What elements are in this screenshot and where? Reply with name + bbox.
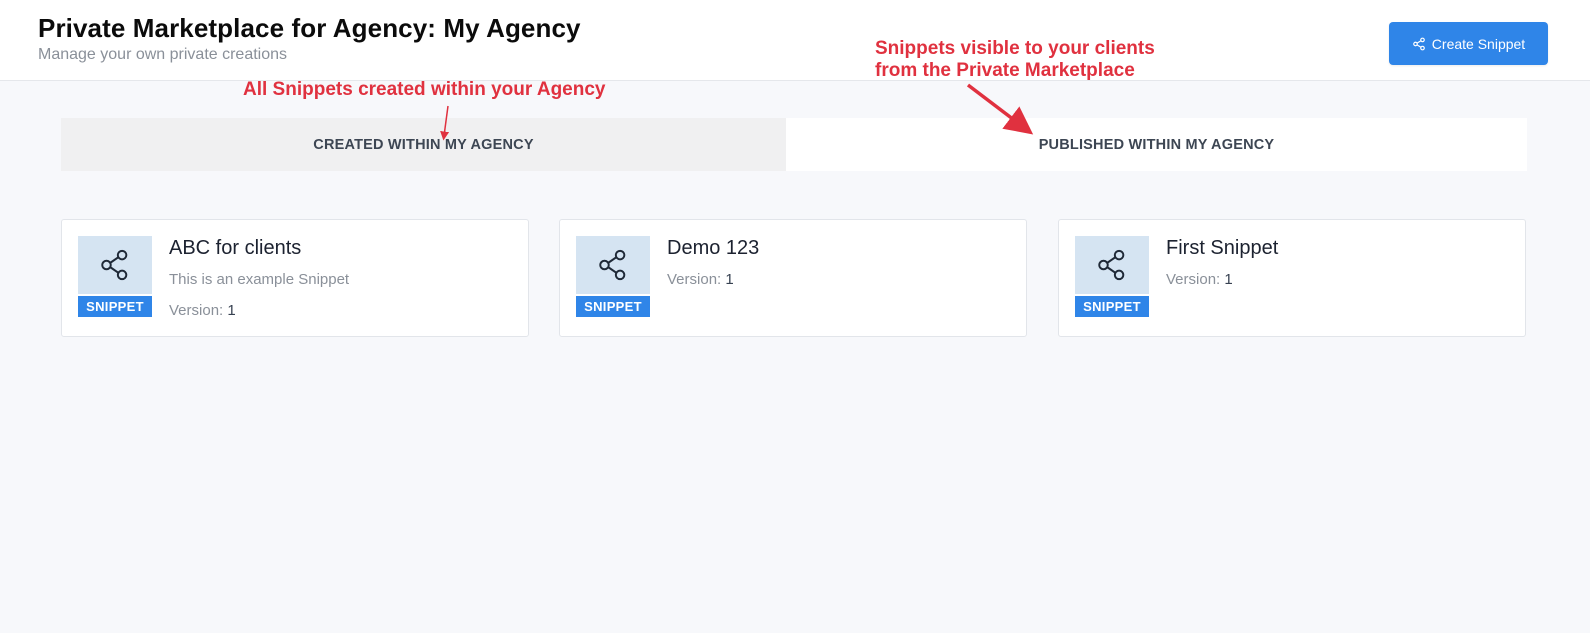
version-number: 1	[227, 302, 236, 319]
version-number: 1	[725, 271, 734, 288]
version-label: Version:	[1166, 271, 1221, 288]
snippet-badge: SNIPPET	[576, 296, 650, 317]
snippet-thumbnail	[78, 236, 152, 294]
create-snippet-label: Create Snippet	[1431, 35, 1526, 52]
card-description: This is an example Snippet	[169, 271, 350, 288]
snippet-badge: SNIPPET	[78, 296, 152, 317]
annotation-published-line2: from the Private Marketplace	[875, 60, 1135, 81]
annotation-published-line1: Snippets visible to your clients	[875, 38, 1155, 59]
snippet-card[interactable]: SNIPPET Demo 123 Version: 1	[559, 219, 1027, 337]
page-header: Private Marketplace for Agency: My Agenc…	[0, 0, 1590, 81]
share-icon	[596, 248, 630, 282]
version-label: Version:	[667, 271, 722, 288]
card-version: Version: 1	[667, 271, 734, 288]
snippet-card[interactable]: SNIPPET ABC for clients This is an examp…	[61, 219, 529, 337]
snippet-card[interactable]: SNIPPET First Snippet Version: 1	[1058, 219, 1526, 337]
share-icon	[1095, 248, 1129, 282]
tab-published-within-my-agency[interactable]: PUBLISHED WITHIN MY AGENCY	[786, 118, 1527, 171]
page: Private Marketplace for Agency: My Agenc…	[0, 0, 1590, 633]
create-snippet-button[interactable]: Create Snippet	[1389, 22, 1548, 65]
annotation-created: All Snippets created within your Agency	[243, 79, 606, 100]
tab-created-within-my-agency[interactable]: CREATED WITHIN MY AGENCY	[61, 118, 786, 171]
snippet-thumbnail	[576, 236, 650, 294]
card-title: First Snippet	[1166, 237, 1279, 259]
card-title: ABC for clients	[169, 237, 302, 259]
card-title: Demo 123	[667, 237, 760, 259]
share-icon	[98, 248, 132, 282]
annotation-published: Snippets visible to your clients from th…	[875, 38, 1155, 82]
card-version: Version: 1	[1166, 271, 1233, 288]
page-subtitle: Manage your own private creations	[38, 46, 288, 63]
share-icon	[1412, 37, 1426, 51]
snippet-thumbnail	[1075, 236, 1149, 294]
card-version: Version: 1	[169, 302, 236, 319]
version-number: 1	[1224, 271, 1233, 288]
tab-bar: CREATED WITHIN MY AGENCY PUBLISHED WITHI…	[61, 118, 1527, 171]
snippet-badge: SNIPPET	[1075, 296, 1149, 317]
version-label: Version:	[169, 302, 224, 319]
page-title: Private Marketplace for Agency: My Agenc…	[38, 13, 581, 43]
